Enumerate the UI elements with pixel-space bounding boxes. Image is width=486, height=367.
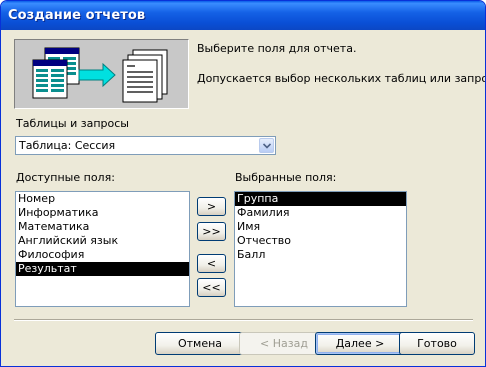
- wizard-illustration: [14, 39, 189, 109]
- window-title: Создание отчетов: [8, 8, 146, 23]
- source-label: Таблицы и запросы: [16, 117, 129, 130]
- list-item[interactable]: Результат: [16, 262, 189, 276]
- source-combobox-value: Таблица: Сессия: [19, 139, 116, 152]
- list-item[interactable]: Английский язык: [16, 234, 189, 248]
- intro-text-2: Допускается выбор нескольких таблиц или …: [197, 72, 486, 85]
- list-item[interactable]: Информатика: [16, 206, 189, 220]
- remove-all-fields-button[interactable]: <<: [197, 278, 226, 297]
- next-button[interactable]: Далее >: [315, 332, 405, 355]
- chevron-down-icon[interactable]: [259, 138, 274, 153]
- available-fields-list[interactable]: Номер Информатика Математика Английский …: [15, 191, 190, 307]
- intro-text-1: Выберите поля для отчета.: [197, 42, 357, 55]
- list-item[interactable]: Балл: [235, 248, 406, 262]
- available-fields-label: Доступные поля:: [16, 171, 115, 184]
- list-item[interactable]: Фамилия: [235, 206, 406, 220]
- add-all-fields-button[interactable]: >>: [197, 222, 226, 241]
- cancel-button[interactable]: Отмена: [155, 332, 245, 355]
- chosen-fields-label: Выбранные поля:: [235, 171, 337, 184]
- source-combobox[interactable]: Таблица: Сессия: [15, 136, 276, 155]
- remove-field-button[interactable]: <: [197, 254, 226, 273]
- report-wizard-window: Создание отчетов Выберите поля для отчет…: [0, 0, 486, 367]
- footer-divider: [14, 319, 473, 321]
- title-bar[interactable]: Создание отчетов: [1, 1, 485, 30]
- list-item[interactable]: Отчество: [235, 234, 406, 248]
- finish-button[interactable]: Готово: [399, 332, 475, 355]
- list-item[interactable]: Математика: [16, 220, 189, 234]
- add-field-button[interactable]: >: [197, 197, 226, 216]
- list-item[interactable]: Философия: [16, 248, 189, 262]
- tables-to-report-icon: [32, 47, 168, 103]
- list-item[interactable]: Номер: [16, 192, 189, 206]
- list-item[interactable]: Группа: [235, 192, 406, 206]
- chosen-fields-list[interactable]: Группа Фамилия Имя Отчество Балл: [234, 191, 407, 307]
- list-item[interactable]: Имя: [235, 220, 406, 234]
